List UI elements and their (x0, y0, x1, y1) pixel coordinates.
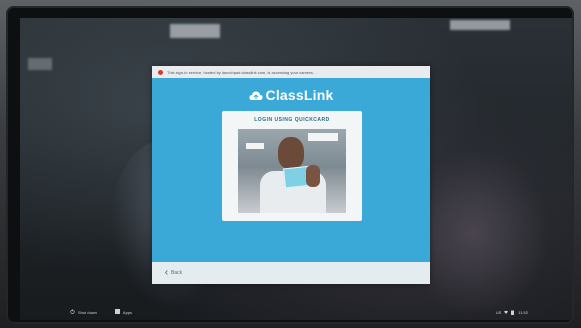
camera-person-hand (306, 165, 320, 187)
locale-indicator: US (495, 309, 502, 315)
brand-name: ClassLink (265, 87, 334, 103)
classlink-cloud-icon (248, 89, 263, 101)
clock: 11:52 (518, 309, 528, 315)
camera-preview (238, 129, 346, 213)
camera-person-head (278, 137, 304, 169)
camera-access-bar: This sign-in service, hosted by launchpa… (152, 66, 430, 78)
system-shelf: Shut down Apps US 11:52 (20, 304, 572, 320)
apps-grid-icon (114, 309, 120, 315)
power-icon (70, 309, 75, 315)
login-window: This sign-in service, hosted by launchpa… (152, 66, 430, 284)
back-button[interactable]: Back (164, 269, 183, 277)
back-label: Back (171, 270, 183, 276)
warning-dot-icon (158, 69, 163, 75)
camera-access-text: This sign-in service, hosted by launchpa… (167, 69, 314, 75)
apps-label: Apps (122, 309, 133, 315)
ceiling-light-reflection (170, 24, 220, 38)
camera-ceiling-light (308, 133, 338, 141)
laptop-bezel: This sign-in service, hosted by launchpa… (6, 6, 574, 324)
laptop-screen: This sign-in service, hosted by launchpa… (20, 18, 572, 320)
chevron-left-icon (164, 269, 169, 277)
shutdown-label: Shut down (78, 309, 97, 315)
ceiling-light-reflection (28, 58, 52, 70)
ceiling-light-reflection (450, 20, 510, 30)
room-background: This sign-in service, hosted by launchpa… (0, 0, 581, 328)
status-tray[interactable]: US 11:52 (496, 310, 528, 315)
quickcard-panel: LOGIN USING QUICKCARD (222, 111, 362, 221)
quickcard-title: LOGIN USING QUICKCARD (254, 117, 330, 123)
shelf-actions: Shut down Apps (70, 309, 132, 315)
camera-ceiling-light (246, 143, 264, 149)
login-footer: Back (152, 262, 430, 284)
wifi-icon (504, 310, 509, 314)
apps-button[interactable]: Apps (114, 309, 133, 315)
battery-icon (511, 310, 515, 315)
shutdown-button[interactable]: Shut down (70, 309, 97, 315)
classlink-logo: ClassLink (152, 86, 430, 104)
